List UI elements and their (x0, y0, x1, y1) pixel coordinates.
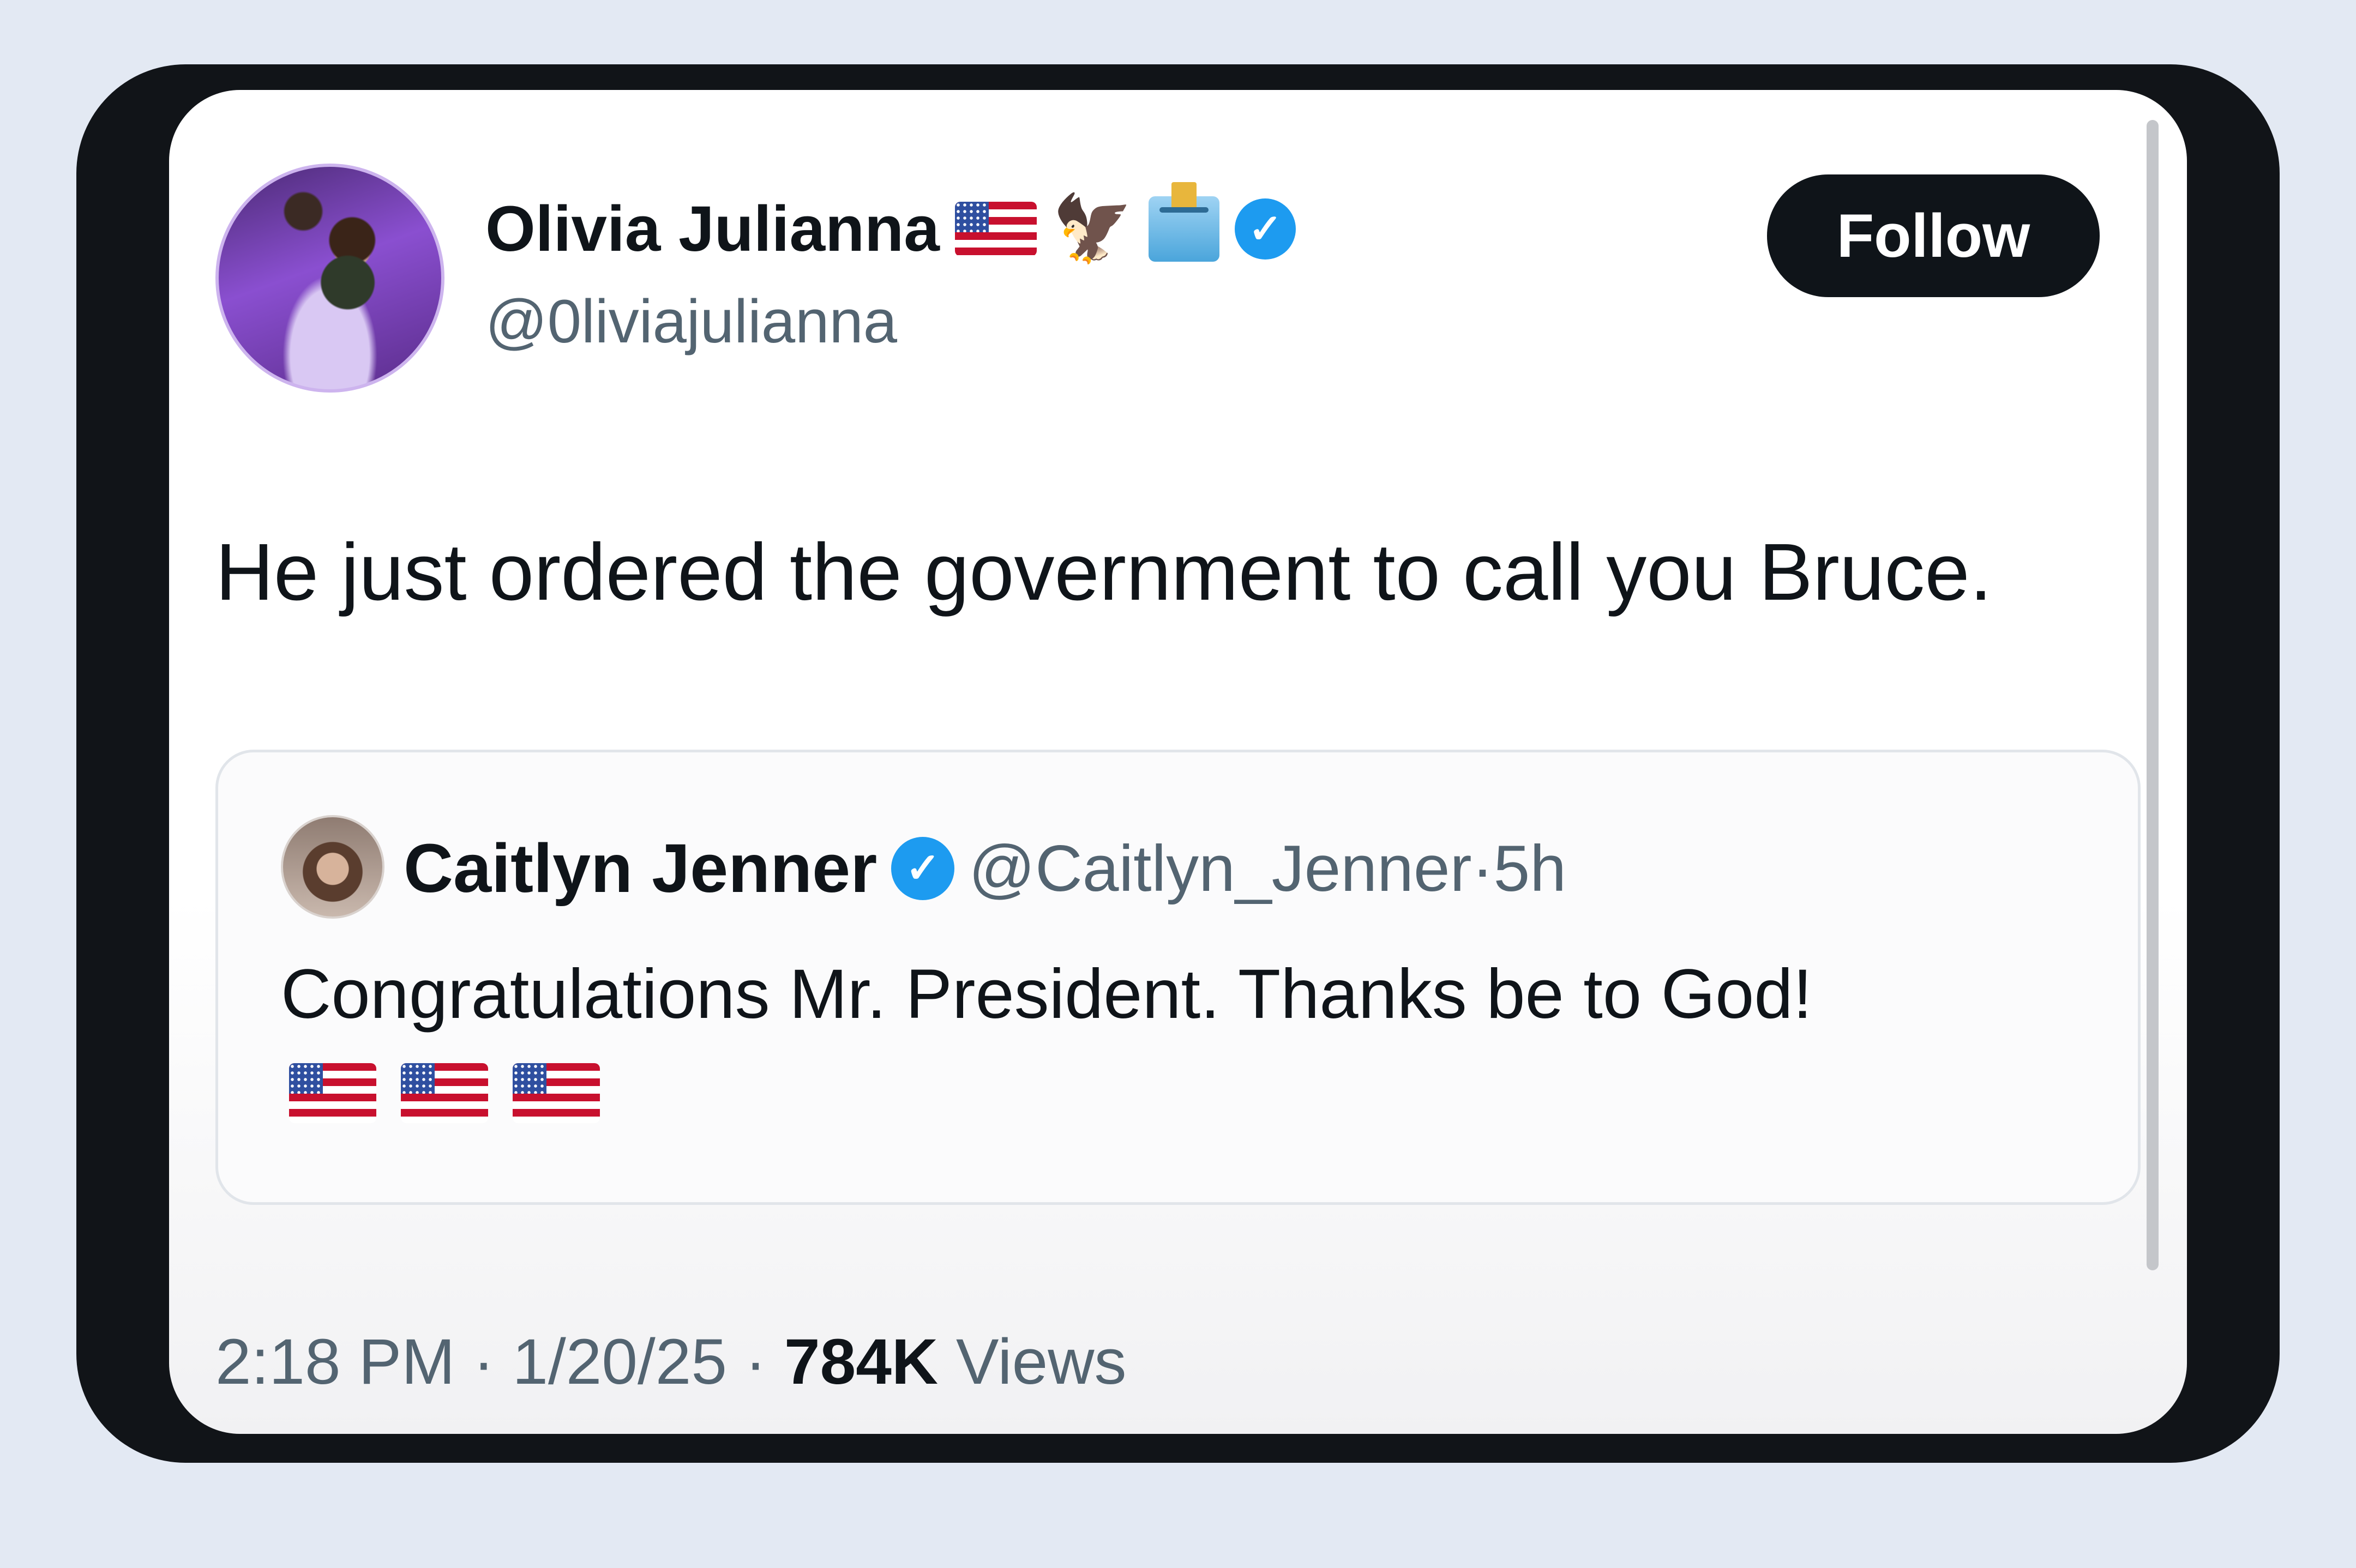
quoted-author-name[interactable]: Caitlyn Jenner (404, 829, 877, 908)
quoted-tweet[interactable]: Caitlyn Jenner ✓ @Caitlyn_Jenner·5h Cong… (215, 750, 2141, 1205)
tweet-text: He just ordered the government to call y… (215, 527, 1992, 617)
tweet-card: Olivia Julianna 🦅 ✓ @0liviajulianna Foll… (169, 90, 2187, 1434)
quoted-tweet-age: 5h (1493, 831, 1566, 905)
quoted-author-handle[interactable]: @Caitlyn_Jenner·5h (969, 831, 1566, 906)
quoted-tweet-text: Congratulations Mr. President. Thanks be… (281, 955, 1813, 1033)
flag-us-icon (289, 1063, 376, 1123)
scrollbar[interactable] (2147, 120, 2159, 1270)
author-name[interactable]: Olivia Julianna (485, 192, 940, 266)
flag-us-icon (954, 202, 1037, 256)
quoted-emoji-row (289, 1063, 600, 1123)
separator-dot: · (1471, 831, 1494, 905)
author-handle[interactable]: @0liviajulianna (485, 286, 897, 357)
verified-badge-icon[interactable]: ✓ (891, 836, 955, 900)
tweet-date[interactable]: 1/20/25 (512, 1326, 727, 1398)
author-avatar[interactable] (215, 164, 444, 393)
tweet-time[interactable]: 2:18 PM (215, 1326, 455, 1398)
separator-dot: · (744, 1326, 767, 1398)
verified-badge-icon[interactable]: ✓ (1235, 198, 1296, 260)
separator-dot: · (473, 1326, 495, 1398)
quoted-author-avatar[interactable] (281, 815, 384, 919)
flag-us-icon (513, 1063, 600, 1123)
views-count: 784K (784, 1326, 939, 1398)
tweet-metadata: 2:18 PM · 1/20/25 · 784K Views (215, 1325, 1126, 1399)
eagle-icon: 🦅 (1051, 192, 1134, 265)
flag-us-icon (401, 1063, 488, 1123)
follow-button[interactable]: Follow (1767, 174, 2100, 297)
views-label: Views (955, 1326, 1127, 1398)
author-name-row: Olivia Julianna 🦅 ✓ (485, 182, 1296, 267)
ballot-box-icon (1149, 182, 1220, 262)
quoted-header: Caitlyn Jenner ✓ @Caitlyn_Jenner·5h (404, 829, 1566, 908)
